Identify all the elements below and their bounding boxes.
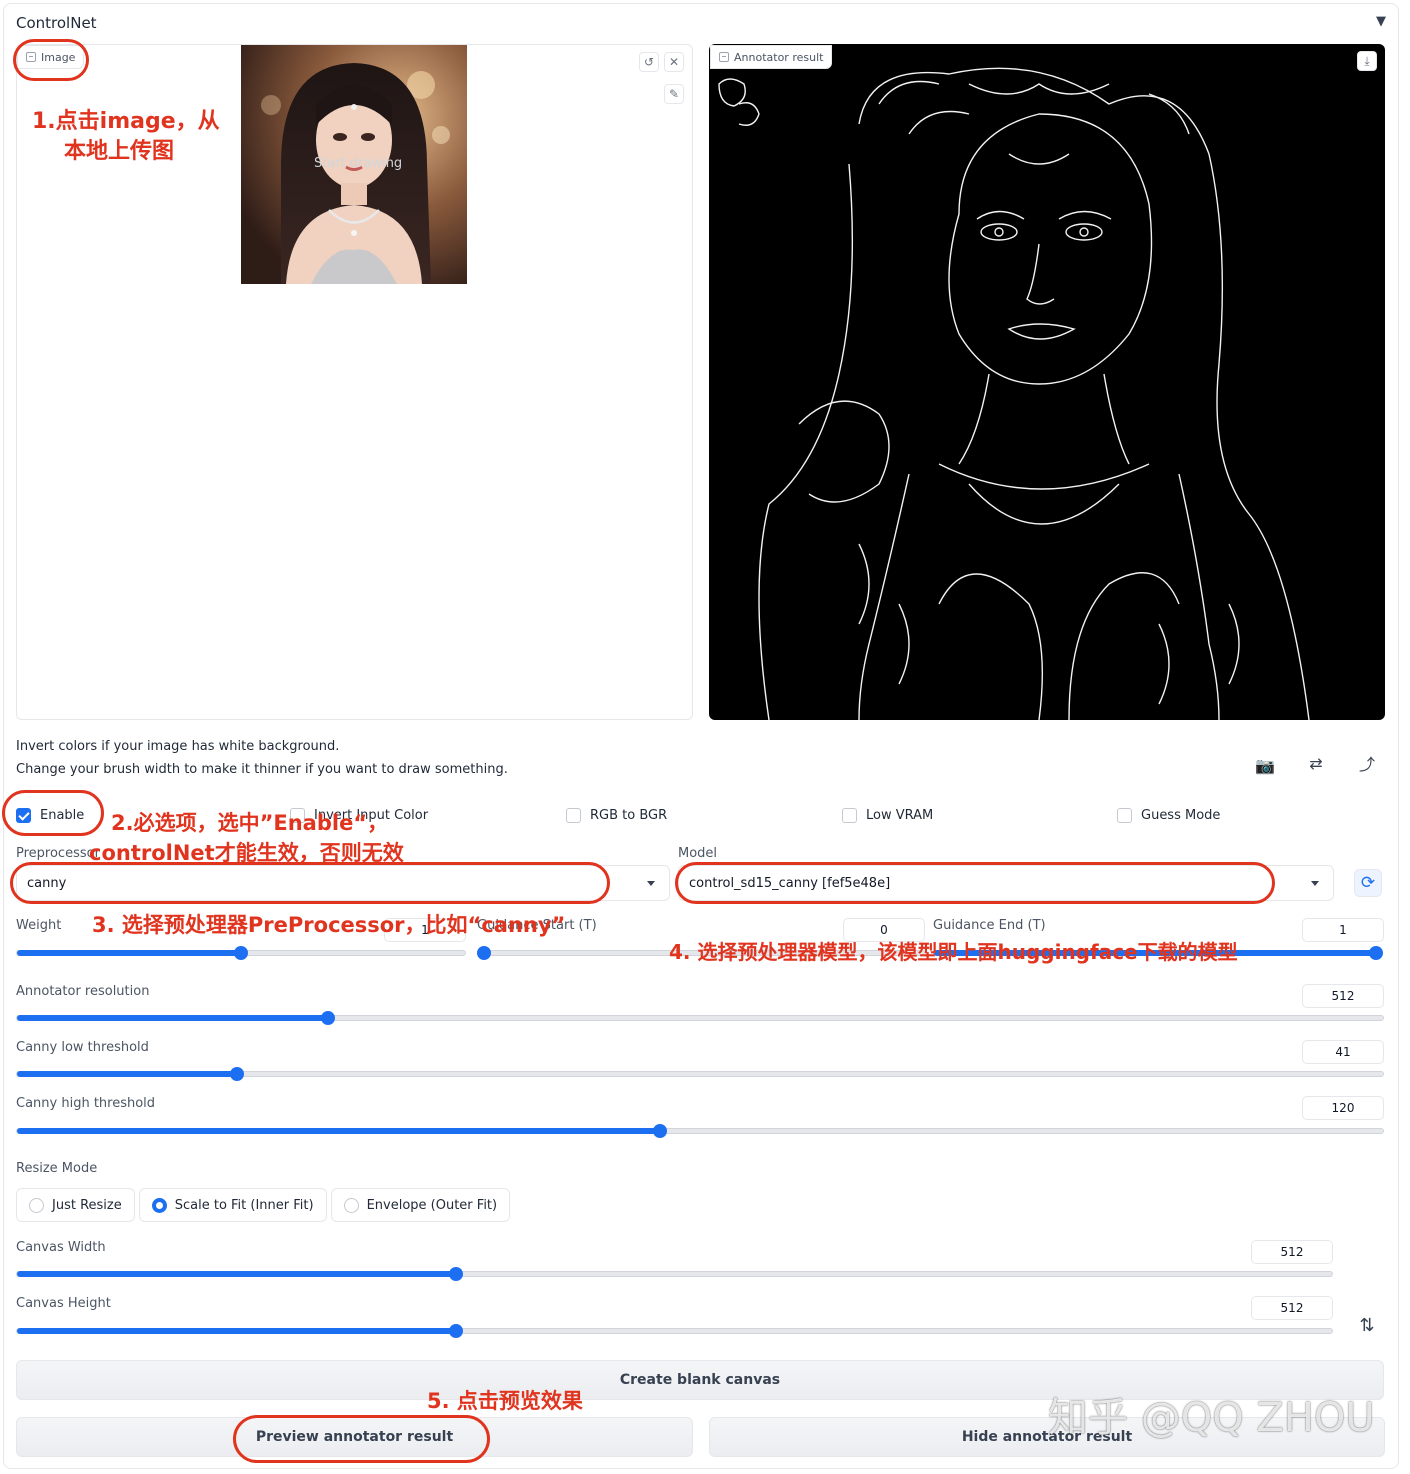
slider-thumb[interactable] — [1369, 946, 1383, 960]
canvas-width-label: Canvas Width — [16, 1240, 106, 1255]
radio-icon[interactable] — [29, 1197, 44, 1213]
annotation-ring-enable — [2, 790, 104, 836]
send-up-icon[interactable]: ⤴ — [1348, 748, 1386, 778]
weight-slider[interactable] — [16, 946, 466, 960]
slider-fill — [17, 1015, 329, 1021]
rgb-to-bgr-checkbox[interactable]: RGB to BGR — [566, 808, 667, 823]
swap-dimensions-icon[interactable]: ⇅ — [1348, 1310, 1386, 1340]
hint-invert: Invert colors if your image has white ba… — [16, 739, 340, 754]
weight-label: Weight — [16, 918, 62, 933]
refresh-icon[interactable]: ⟳ — [1354, 869, 1382, 897]
annotation-ring-preprocessor — [10, 862, 610, 904]
canvas-height-label: Canvas Height — [16, 1296, 111, 1311]
resize-mode-label: Resize Mode — [16, 1161, 98, 1176]
canny-low-slider[interactable] — [16, 1067, 1384, 1081]
slider-fill — [17, 1128, 661, 1134]
annotator-resolution-slider[interactable] — [16, 1011, 1384, 1025]
canny-high-input[interactable]: 120 — [1302, 1096, 1384, 1120]
resize-option-envelope[interactable]: Envelope (Outer Fit) — [330, 1188, 511, 1222]
image-icon — [719, 52, 729, 62]
download-icon[interactable]: ⤓ — [1357, 51, 1377, 71]
checkbox-icon[interactable] — [1117, 808, 1132, 823]
resize-option-label: Just Resize — [52, 1197, 122, 1213]
guess-mode-checkbox[interactable]: Guess Mode — [1117, 808, 1220, 823]
annotator-resolution-input[interactable]: 512 — [1302, 984, 1384, 1008]
canny-high-label: Canny high threshold — [16, 1096, 156, 1111]
annotation-step3: 3. 选择预处理器PreProcessor，比如“canny” — [92, 913, 566, 937]
canny-high-slider[interactable] — [16, 1124, 1384, 1138]
annotation-ring-model — [675, 862, 1275, 904]
guidance-end-label: Guidance End (T) — [933, 918, 1046, 933]
close-icon[interactable]: ✕ — [664, 52, 684, 72]
undo-icon[interactable]: ↺ — [639, 52, 659, 72]
hint-brush: Change your brush width to make it thinn… — [16, 762, 508, 777]
resize-option-label: Envelope (Outer Fit) — [366, 1197, 498, 1213]
slider-fill — [17, 950, 241, 956]
slider-thumb[interactable] — [477, 946, 491, 960]
resize-option-just-resize[interactable]: Just Resize — [16, 1188, 135, 1222]
slider-fill — [17, 1328, 457, 1334]
chevron-down-icon — [1311, 881, 1319, 886]
slider-thumb[interactable] — [234, 946, 248, 960]
slider-thumb[interactable] — [229, 1067, 244, 1081]
checkbox-icon[interactable] — [842, 808, 857, 823]
annotation-ring-preview — [233, 1415, 490, 1463]
canny-low-label: Canny low threshold — [16, 1040, 149, 1055]
radio-selected-icon[interactable] — [151, 1197, 167, 1213]
collapse-icon[interactable]: ▼ — [1376, 14, 1386, 29]
annotator-result-label: Annotator result — [710, 45, 833, 69]
annotator-result-image — [709, 44, 1385, 720]
camera-icon[interactable]: 📷 — [1246, 750, 1284, 780]
canny-low-input[interactable]: 41 — [1302, 1040, 1384, 1064]
radio-icon[interactable] — [343, 1197, 359, 1213]
annotator-resolution-label: Annotator resolution — [16, 984, 150, 999]
brush-icon[interactable]: ✎ — [664, 84, 684, 104]
checkbox-icon[interactable] — [566, 808, 581, 823]
canvas-width-slider[interactable] — [16, 1267, 1333, 1281]
preprocessor-label: Preprocessor — [16, 846, 100, 861]
guidance-end-number-input[interactable]: 1 — [1302, 918, 1384, 942]
canvas-width-input[interactable]: 512 — [1251, 1240, 1333, 1264]
low-vram-label: Low VRAM — [866, 808, 934, 823]
annotation-step5: 5. 点击预览效果 — [427, 1389, 583, 1413]
watermark: 知乎 @QQ ZHOU — [1048, 1395, 1375, 1441]
canvas-height-slider[interactable] — [16, 1324, 1333, 1338]
panel-title: ControlNet — [16, 14, 97, 32]
resize-option-label: Scale to Fit (Inner Fit) — [174, 1197, 314, 1213]
swap-icon[interactable]: ⇄ — [1297, 748, 1335, 778]
low-vram-checkbox[interactable]: Low VRAM — [842, 808, 933, 823]
resize-mode-group: Just Resize Scale to Fit (Inner Fit) Env… — [16, 1188, 511, 1222]
start-drawing-text: Start drawing — [314, 156, 403, 171]
annotator-result-text: Annotator result — [734, 50, 824, 64]
model-label: Model — [678, 846, 718, 861]
canny-edge-map — [718, 67, 1310, 720]
canvas-height-input[interactable]: 512 — [1251, 1296, 1333, 1320]
guess-mode-label: Guess Mode — [1141, 808, 1221, 823]
slider-fill — [17, 1271, 457, 1277]
rgb-label: RGB to BGR — [590, 808, 668, 823]
annotation-step4: 4. 选择预处理器模型，该模型即上面huggingface下载的模型 — [669, 940, 1238, 964]
resize-option-scale-to-fit[interactable]: Scale to Fit (Inner Fit) — [138, 1188, 327, 1222]
annotation-step1-line2: 本地上传图 — [64, 139, 175, 164]
slider-fill — [17, 1071, 237, 1077]
annotation-step2-line1: 2.必选项，选中”Enable“， — [111, 811, 389, 835]
annotation-step1-line1: 1.点击image，从 — [32, 109, 220, 134]
chevron-down-icon — [647, 881, 655, 886]
annotation-ring-image — [13, 39, 89, 81]
